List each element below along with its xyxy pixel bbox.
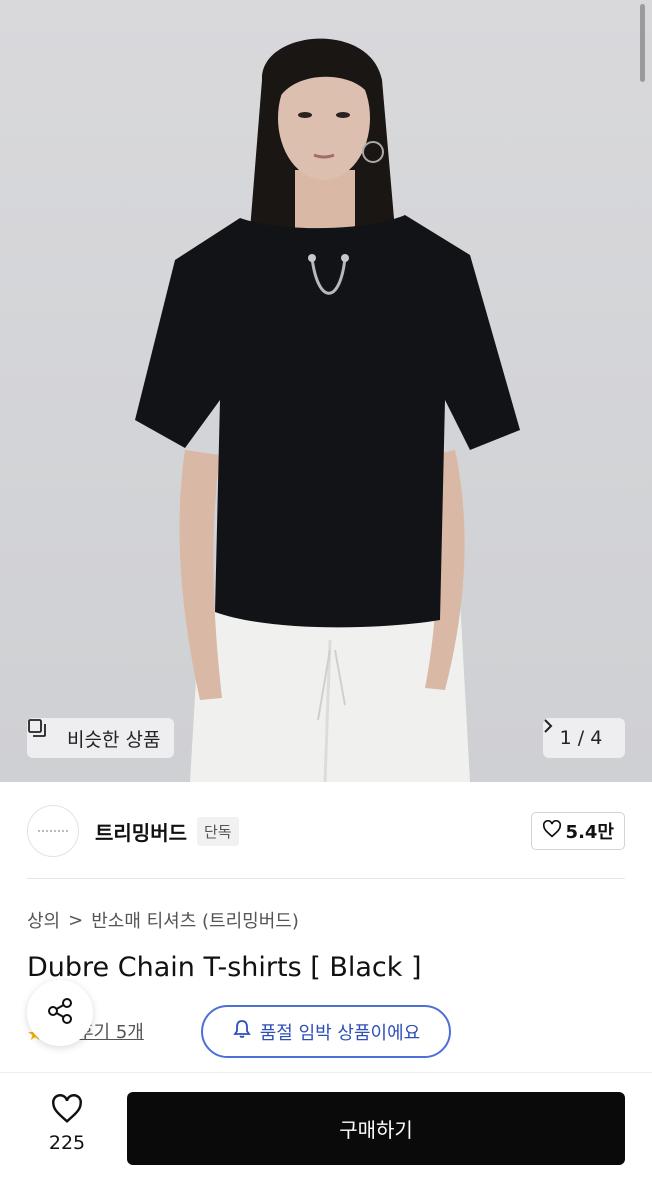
product-photo bbox=[135, 38, 520, 782]
breadcrumb-category[interactable]: 상의 bbox=[27, 907, 60, 933]
bell-icon bbox=[232, 1019, 252, 1044]
product-title: Dubre Chain T-shirts [ Black ] bbox=[27, 952, 422, 983]
pager-text: 1 / 4 bbox=[559, 727, 603, 749]
breadcrumb-separator: > bbox=[68, 909, 84, 931]
brand-row: 트리밍버드 단독 5.4만 bbox=[27, 803, 625, 859]
divider bbox=[27, 878, 625, 879]
exclusive-badge: 단독 bbox=[197, 816, 239, 846]
similar-icon bbox=[28, 719, 61, 749]
similar-products-button[interactable]: 비슷한 상품 bbox=[27, 718, 175, 758]
brand-logo[interactable] bbox=[27, 805, 79, 857]
wishlist-count: 225 bbox=[48, 1132, 86, 1154]
heart-icon bbox=[542, 819, 562, 843]
share-icon bbox=[45, 996, 75, 1030]
scrollbar-thumb[interactable] bbox=[640, 4, 645, 82]
breadcrumb: 상의 > 반소매 티셔츠 (트리밍버드) bbox=[27, 907, 299, 933]
brand-name[interactable]: 트리밍버드 bbox=[95, 817, 187, 846]
similar-products-label: 비슷한 상품 bbox=[67, 728, 161, 751]
product-image[interactable]: 비슷한 상품 1 / 4 bbox=[0, 0, 652, 782]
wishlist-button[interactable]: 225 bbox=[27, 1094, 107, 1160]
brand-like-count: 5.4만 bbox=[565, 822, 614, 843]
breadcrumb-subcategory[interactable]: 반소매 티셔츠 (트리밍버드) bbox=[91, 907, 299, 933]
stock-notice-text: 품절 임박 상품이에요 bbox=[259, 1022, 421, 1044]
stock-notice-pill[interactable]: 품절 임박 상품이에요 bbox=[201, 1005, 451, 1058]
brand-like-button[interactable]: 5.4만 bbox=[530, 812, 625, 850]
buy-button[interactable]: 구매하기 bbox=[127, 1092, 625, 1165]
heart-icon bbox=[50, 1094, 84, 1128]
share-button[interactable] bbox=[27, 980, 93, 1046]
image-pager[interactable]: 1 / 4 bbox=[543, 718, 625, 758]
